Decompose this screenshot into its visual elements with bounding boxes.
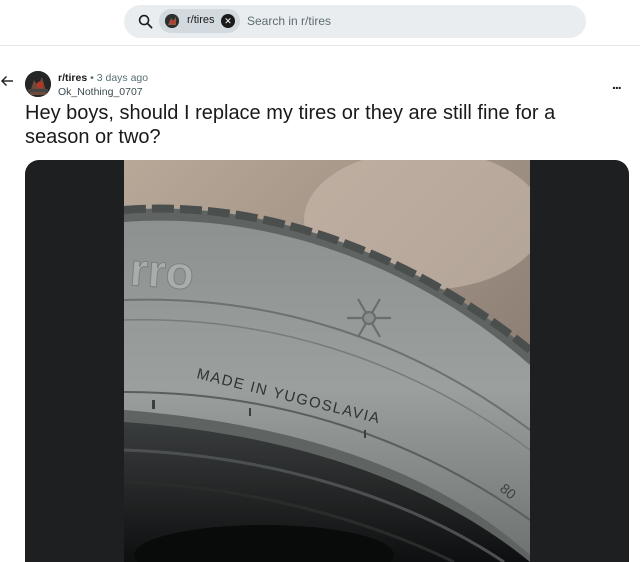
search-icon[interactable] xyxy=(138,14,153,29)
search-bar[interactable]: r/tires ✕ xyxy=(124,5,586,38)
meta-separator: • xyxy=(90,72,94,84)
subreddit-link[interactable]: r/tires xyxy=(58,72,87,84)
subreddit-chip-label: r/tires xyxy=(187,14,215,26)
subreddit-filter-chip[interactable]: r/tires ✕ xyxy=(159,9,240,33)
search-input[interactable] xyxy=(247,14,567,28)
back-arrow-icon xyxy=(1,76,13,86)
subreddit-avatar xyxy=(165,14,179,28)
tire-brand-text: rro xyxy=(128,243,195,299)
post-meta: r/tires • 3 days ago xyxy=(58,72,148,84)
close-icon[interactable]: ✕ xyxy=(221,14,235,28)
author-link[interactable]: Ok_Nothing_0707 xyxy=(58,86,143,98)
back-button[interactable] xyxy=(0,74,18,92)
post-media[interactable]: rro MADE IN YUGOSLAVIA 80 xyxy=(25,160,629,562)
subreddit-avatar[interactable] xyxy=(25,71,51,97)
post-title: Hey boys, should I replace my tires or t… xyxy=(25,102,556,148)
tire-photo: rro MADE IN YUGOSLAVIA 80 xyxy=(124,160,530,562)
post-time: 3 days ago xyxy=(96,72,149,84)
more-options-icon[interactable]: ... xyxy=(612,76,622,92)
top-bar: r/tires ✕ xyxy=(0,0,640,46)
